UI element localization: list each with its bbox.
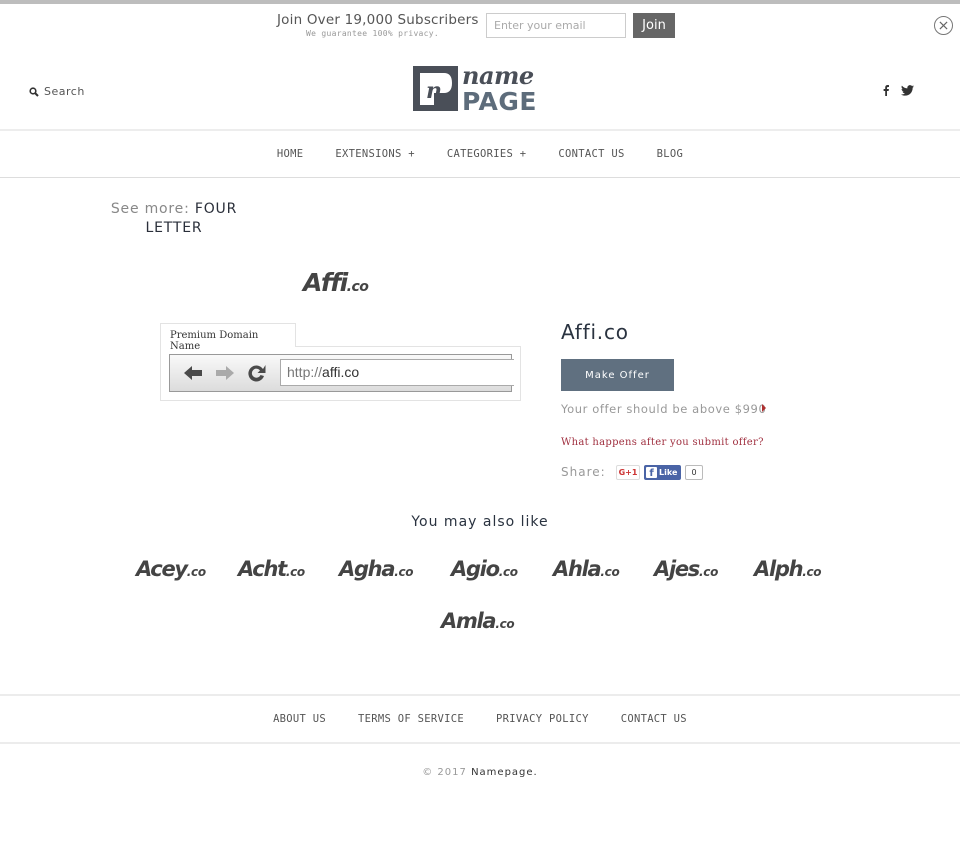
related-domain-tld: .co — [699, 565, 719, 579]
related-domain-name: Ahla — [553, 557, 602, 581]
nav-categories[interactable]: CATEGORIES + — [447, 148, 526, 160]
related-domain-name: Amla — [441, 609, 497, 633]
url-domain: affi.co — [322, 364, 360, 380]
search-link[interactable]: Search — [29, 85, 85, 98]
related-domain-tld: .co — [186, 565, 206, 579]
close-subscribe-button[interactable] — [934, 16, 953, 35]
related-domain[interactable]: Alph.co — [754, 557, 822, 581]
like-count: 0 — [685, 465, 703, 480]
facebook-icon: f — [646, 467, 657, 479]
share-label: Share: — [561, 465, 606, 479]
close-icon — [939, 21, 948, 30]
google-plus-button[interactable]: G+1 — [616, 465, 640, 480]
offer-note: Your offer should be above $990 — [561, 402, 767, 416]
related-domain-tld: .co — [285, 565, 305, 579]
related-domain[interactable]: Amla.co — [441, 609, 515, 633]
footer-divider-bottom — [0, 742, 960, 744]
social-links — [883, 85, 914, 96]
related-domain-tld: .co — [394, 565, 414, 579]
see-more: See more: FOUR LETTER — [104, 200, 244, 238]
what-happens-link[interactable]: What happens after you submit offer? — [561, 437, 764, 448]
related-domain[interactable]: Ajes.co — [654, 557, 718, 581]
top-stripe — [0, 0, 960, 4]
nav-blog[interactable]: BLOG — [657, 148, 684, 160]
nav-extensions[interactable]: EXTENSIONS + — [335, 148, 414, 160]
related-domain-name: Acht — [238, 557, 287, 581]
related-domain[interactable]: Agio.co — [451, 557, 518, 581]
related-domain[interactable]: Acey.co — [136, 557, 206, 581]
browser-toolbar: http://affi.co — [169, 354, 514, 392]
related-domain-name: Ajes — [654, 557, 700, 581]
domain-logo-tld: .co — [346, 279, 369, 295]
related-domain[interactable]: Ahla.co — [553, 557, 620, 581]
subscribe-note: We guarantee 100% privacy. — [306, 29, 440, 38]
copyright-brand-link[interactable]: Namepage. — [471, 767, 538, 778]
namepage-logo[interactable]: n name PAGE — [412, 64, 549, 112]
twitter-icon[interactable] — [901, 85, 914, 96]
facebook-like-label: Like — [659, 468, 678, 477]
search-icon — [29, 86, 39, 97]
see-more-label: See more: — [110, 201, 190, 217]
related-heading: You may also like — [411, 514, 549, 530]
join-button[interactable]: Join — [633, 13, 675, 38]
related-domain-tld: .co — [495, 617, 515, 631]
domain-title: Affi.co — [561, 320, 629, 344]
logo-text-bottom: PAGE — [462, 87, 537, 112]
related-domain-tld: .co — [498, 565, 518, 579]
related-domain[interactable]: Acht.co — [238, 557, 305, 581]
facebook-like-button[interactable]: f Like — [644, 465, 681, 480]
domain-logo: Affi.co — [303, 268, 369, 297]
email-input[interactable] — [486, 13, 626, 38]
related-domain-name: Acey — [136, 557, 188, 581]
url-bar: http://affi.co — [280, 359, 514, 386]
main-nav: HOME EXTENSIONS + CATEGORIES + CONTACT U… — [0, 131, 960, 177]
make-offer-button[interactable]: Make Offer — [561, 359, 674, 391]
footer-about-us[interactable]: ABOUT US — [273, 713, 326, 725]
domain-logo-name: Affi — [303, 268, 348, 297]
subscribe-title: Join Over 19,000 Subscribers — [277, 12, 479, 28]
footer-privacy-policy[interactable]: PRIVACY POLICY — [496, 713, 589, 725]
forward-arrow-icon — [216, 366, 234, 380]
related-domain[interactable]: Agha.co — [339, 557, 414, 581]
search-label: Search — [44, 85, 85, 98]
copyright-prefix: © 2017 — [422, 767, 467, 778]
related-domain-name: Agha — [339, 557, 396, 581]
reload-icon — [248, 365, 266, 382]
back-arrow-icon — [184, 366, 202, 380]
footer-terms-of-service[interactable]: TERMS OF SERVICE — [358, 713, 464, 725]
premium-domain-tab: Premium Domain Name — [160, 323, 296, 352]
offer-arrow-icon — [762, 404, 766, 412]
nav-divider-bottom — [0, 177, 960, 178]
nav-contact-us[interactable]: CONTACT US — [558, 148, 624, 160]
related-domain-tld: .co — [802, 565, 822, 579]
nav-home[interactable]: HOME — [277, 148, 304, 160]
facebook-icon[interactable] — [883, 85, 889, 96]
related-domain-name: Agio — [451, 557, 500, 581]
copyright: © 2017 Namepage. — [0, 767, 960, 778]
logo-mark-letter: n — [426, 78, 442, 104]
footer-contact-us[interactable]: CONTACT US — [621, 713, 687, 725]
footer-nav: ABOUT US TERMS OF SERVICE PRIVACY POLICY… — [0, 696, 960, 742]
url-prefix: http:// — [287, 364, 323, 380]
related-domain-tld: .co — [600, 565, 620, 579]
related-domain-name: Alph — [754, 557, 804, 581]
